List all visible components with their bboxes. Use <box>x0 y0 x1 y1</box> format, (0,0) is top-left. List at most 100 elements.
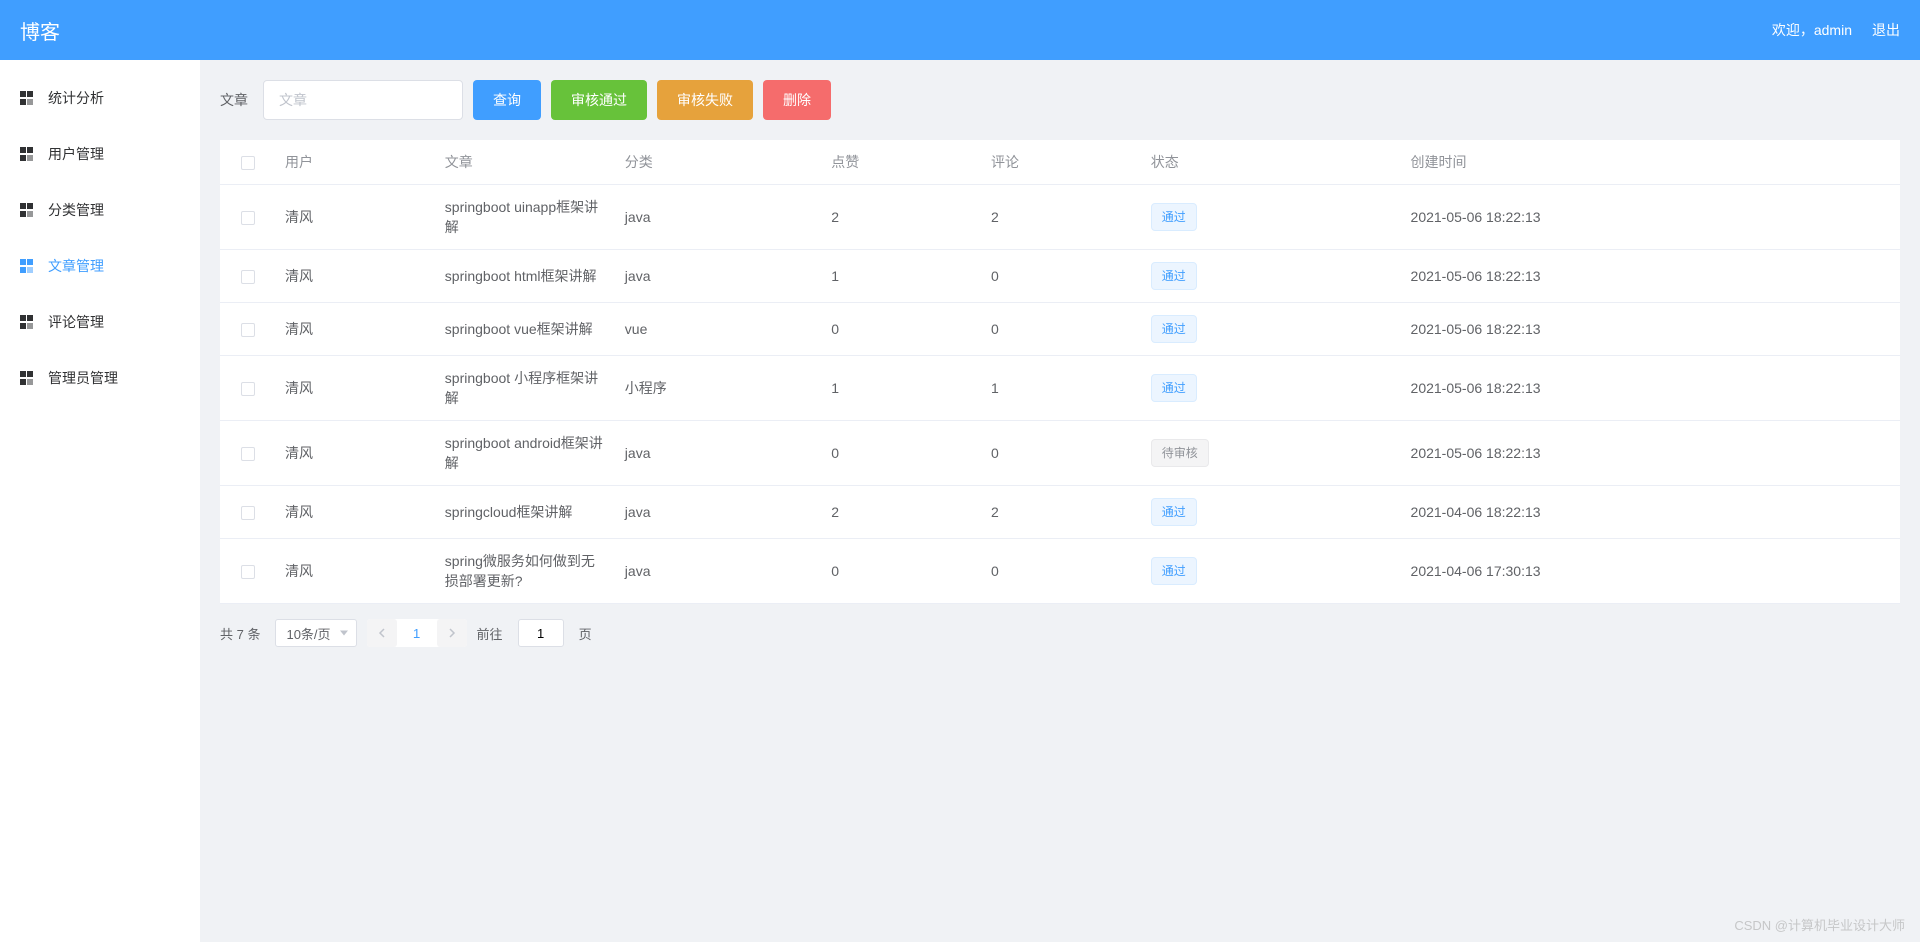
table-row[interactable]: 清风springboot uinapp框架讲解java22通过2021-05-0… <box>220 185 1900 250</box>
search-input[interactable] <box>263 80 463 120</box>
cell-user: 清风 <box>275 486 435 539</box>
cell-status: 通过 <box>1141 356 1401 421</box>
approve-button[interactable]: 审核通过 <box>551 80 647 120</box>
goto-page-input[interactable] <box>518 619 564 647</box>
row-checkbox[interactable] <box>241 382 255 396</box>
cell-category: vue <box>615 303 821 356</box>
table-row[interactable]: 清风springcloud框架讲解java22通过2021-04-06 18:2… <box>220 486 1900 539</box>
col-comments: 评论 <box>981 140 1141 185</box>
table-row[interactable]: 清风springboot html框架讲解java10通过2021-05-06 … <box>220 250 1900 303</box>
row-checkbox[interactable] <box>241 506 255 520</box>
cell-user: 清风 <box>275 356 435 421</box>
col-likes: 点赞 <box>821 140 981 185</box>
cell-comments: 0 <box>981 250 1141 303</box>
cell-comments: 2 <box>981 486 1141 539</box>
sidebar-item-label: 评论管理 <box>48 312 104 332</box>
table-header-row: 用户 文章 分类 点赞 评论 状态 创建时间 <box>220 140 1900 185</box>
page-size-select[interactable]: 10条/页 <box>275 619 356 647</box>
status-badge: 通过 <box>1151 557 1197 585</box>
cell-status: 通过 <box>1141 185 1401 250</box>
status-badge: 通过 <box>1151 498 1197 526</box>
grid-icon <box>20 315 34 329</box>
cell-category: java <box>615 185 821 250</box>
cell-user: 清风 <box>275 421 435 486</box>
page-number-button[interactable]: 1 <box>402 619 432 647</box>
logout-link[interactable]: 退出 <box>1872 20 1900 40</box>
cell-user: 清风 <box>275 185 435 250</box>
sidebar-item-label: 用户管理 <box>48 144 104 164</box>
goto-label: 前往 <box>477 624 503 643</box>
row-checkbox[interactable] <box>241 323 255 337</box>
header-right: 欢迎，admin 退出 <box>1772 20 1900 40</box>
grid-icon <box>20 91 34 105</box>
grid-icon <box>20 259 34 273</box>
next-page-button[interactable] <box>437 619 467 647</box>
cell-created: 2021-04-06 18:22:13 <box>1401 486 1900 539</box>
row-checkbox[interactable] <box>241 211 255 225</box>
cell-created: 2021-04-06 17:30:13 <box>1401 539 1900 604</box>
status-badge: 通过 <box>1151 262 1197 290</box>
cell-article: springboot html框架讲解 <box>435 250 615 303</box>
welcome-text: 欢迎，admin <box>1772 20 1852 40</box>
cell-category: java <box>615 250 821 303</box>
header: 博客 欢迎，admin 退出 <box>0 0 1920 60</box>
cell-article: springboot android框架讲解 <box>435 421 615 486</box>
cell-article: springboot 小程序框架讲解 <box>435 356 615 421</box>
cell-comments: 0 <box>981 303 1141 356</box>
row-checkbox[interactable] <box>241 447 255 461</box>
query-button[interactable]: 查询 <box>473 80 541 120</box>
status-badge: 待审核 <box>1151 439 1209 467</box>
sidebar-item-label: 管理员管理 <box>48 368 118 388</box>
cell-created: 2021-05-06 18:22:13 <box>1401 421 1900 486</box>
toolbar: 文章 查询 审核通过 审核失败 删除 <box>220 80 1900 120</box>
cell-user: 清风 <box>275 539 435 604</box>
delete-button[interactable]: 删除 <box>763 80 831 120</box>
col-user: 用户 <box>275 140 435 185</box>
col-article: 文章 <box>435 140 615 185</box>
pagination: 共 7 条 10条/页 1 前往 页 <box>220 604 1900 662</box>
col-category: 分类 <box>615 140 821 185</box>
sidebar-item-4[interactable]: 评论管理 <box>0 294 200 350</box>
cell-status: 通过 <box>1141 539 1401 604</box>
cell-category: java <box>615 486 821 539</box>
col-status: 状态 <box>1141 140 1401 185</box>
row-checkbox[interactable] <box>241 270 255 284</box>
sidebar-item-0[interactable]: 统计分析 <box>0 70 200 126</box>
sidebar-item-5[interactable]: 管理员管理 <box>0 350 200 406</box>
cell-created: 2021-05-06 18:22:13 <box>1401 250 1900 303</box>
cell-created: 2021-05-06 18:22:13 <box>1401 303 1900 356</box>
grid-icon <box>20 147 34 161</box>
reject-button[interactable]: 审核失败 <box>657 80 753 120</box>
cell-likes: 1 <box>821 356 981 421</box>
cell-status: 通过 <box>1141 486 1401 539</box>
sidebar-item-label: 分类管理 <box>48 200 104 220</box>
sidebar-item-2[interactable]: 分类管理 <box>0 182 200 238</box>
cell-user: 清风 <box>275 303 435 356</box>
cell-comments: 1 <box>981 356 1141 421</box>
cell-status: 通过 <box>1141 303 1401 356</box>
sidebar-item-3[interactable]: 文章管理 <box>0 238 200 294</box>
cell-category: java <box>615 421 821 486</box>
sidebar-item-1[interactable]: 用户管理 <box>0 126 200 182</box>
chevron-left-icon <box>377 628 387 638</box>
cell-category: java <box>615 539 821 604</box>
table-container: 用户 文章 分类 点赞 评论 状态 创建时间 清风springboot uina… <box>220 140 1900 604</box>
app-title: 博客 <box>20 16 60 45</box>
col-created: 创建时间 <box>1401 140 1900 185</box>
row-checkbox[interactable] <box>241 565 255 579</box>
cell-likes: 2 <box>821 185 981 250</box>
cell-article: springboot vue框架讲解 <box>435 303 615 356</box>
cell-article: spring微服务如何做到无损部署更新? <box>435 539 615 604</box>
sidebar-item-label: 统计分析 <box>48 88 104 108</box>
select-all-checkbox[interactable] <box>241 156 255 170</box>
grid-icon <box>20 203 34 217</box>
table-row[interactable]: 清风springboot android框架讲解java00待审核2021-05… <box>220 421 1900 486</box>
cell-likes: 2 <box>821 486 981 539</box>
prev-page-button[interactable] <box>367 619 397 647</box>
cell-likes: 0 <box>821 539 981 604</box>
table-row[interactable]: 清风springboot vue框架讲解vue00通过2021-05-06 18… <box>220 303 1900 356</box>
search-label: 文章 <box>220 90 248 110</box>
table-row[interactable]: 清风springboot 小程序框架讲解小程序11通过2021-05-06 18… <box>220 356 1900 421</box>
table-row[interactable]: 清风spring微服务如何做到无损部署更新?java00通过2021-04-06… <box>220 539 1900 604</box>
cell-created: 2021-05-06 18:22:13 <box>1401 185 1900 250</box>
